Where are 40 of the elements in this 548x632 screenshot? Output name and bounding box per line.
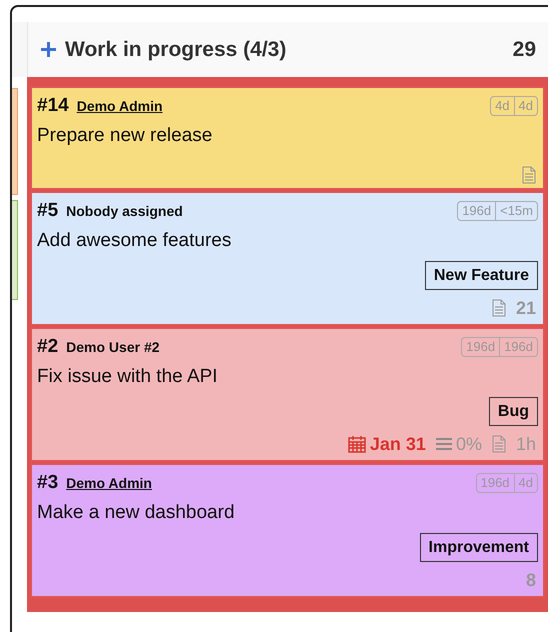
task-tag: Bug: [488, 397, 538, 426]
time-value: 196d: [465, 338, 496, 356]
time-value: 4d: [494, 97, 511, 115]
story-points: 21: [516, 297, 536, 320]
document-icon: [522, 166, 536, 184]
time-value: 196d: [461, 202, 492, 220]
document-icon: [492, 299, 506, 317]
time-estimate: 1h: [516, 433, 536, 456]
story-points: 8: [526, 569, 536, 592]
time-value: 196d: [499, 338, 537, 356]
assignee-name[interactable]: Demo Admin: [76, 96, 163, 116]
task-tag: Improvement: [420, 533, 538, 562]
time-value: 4d: [514, 97, 537, 115]
assignee-name: Nobody assigned: [66, 202, 183, 221]
task-card[interactable]: #5 Nobody assigned 196d <15m Add awesome features New Feature 21: [30, 191, 545, 326]
progress-text: 0%: [456, 433, 482, 456]
task-number: #14: [37, 94, 69, 118]
list-icon: [436, 437, 452, 451]
time-value: <15m: [495, 202, 537, 220]
task-title: Prepare new release: [37, 124, 214, 148]
task-card[interactable]: #3 Demo Admin 196d 4d Make a new dashboard Improvement 8: [30, 463, 545, 598]
assignee-name[interactable]: Demo Admin: [66, 472, 152, 494]
task-tag: New Feature: [424, 261, 538, 290]
task-title: Make a new dashboard: [37, 501, 236, 525]
time-value: 196d: [480, 474, 511, 492]
calendar-icon: [348, 435, 366, 453]
time-value: 4d: [514, 474, 537, 492]
task-title: Add awesome features: [37, 229, 232, 253]
due-date: Jan 31: [370, 433, 426, 456]
task-number: #2: [37, 335, 58, 359]
task-title: Fix issue with the API: [37, 365, 219, 389]
task-card[interactable]: #2 Demo User #2 196d 196d Fix issue with the API Bug Jan 31 0% 1h: [30, 327, 545, 462]
task-number: #3: [37, 471, 58, 495]
task-card[interactable]: #14 Demo Admin 4d 4d Prepare new release: [30, 86, 545, 190]
card-count: 29: [512, 36, 536, 63]
column-title: Work in progress (4/3): [65, 36, 286, 63]
assignee-name: Demo User #2: [66, 338, 160, 356]
document-icon: [492, 435, 506, 453]
task-number: #5: [37, 199, 58, 223]
add-icon[interactable]: [40, 41, 57, 58]
